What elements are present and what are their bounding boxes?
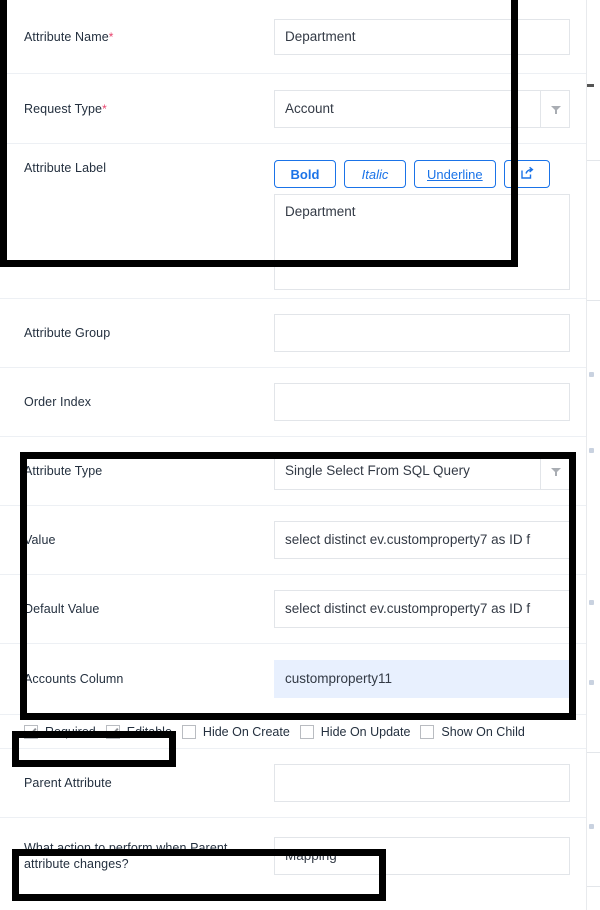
checkbox-item-hide-on-create[interactable]: Hide On Create xyxy=(181,724,290,739)
field-parent-attribute xyxy=(274,764,572,802)
parent-attribute-input[interactable] xyxy=(274,764,570,802)
field-attribute-group xyxy=(274,314,572,352)
form-row-default-value: Default Value select distinct ev.customp… xyxy=(0,575,586,644)
attribute-form: Attribute Name* Department Request Type*… xyxy=(0,0,586,894)
italic-button[interactable]: Italic xyxy=(344,160,406,188)
label-attribute-type: Attribute Type xyxy=(24,464,103,478)
form-row-request-type: Request Type* Account xyxy=(0,74,586,144)
richtext-toolbar: Bold Italic Underline xyxy=(274,160,572,188)
field-default-value: select distinct ev.customproperty7 as ID… xyxy=(274,590,572,628)
field-order-index xyxy=(274,383,572,421)
field-attribute-name: Department xyxy=(274,18,572,55)
default-value-input[interactable]: select distinct ev.customproperty7 as ID… xyxy=(274,590,570,628)
label-default-value: Default Value xyxy=(24,602,100,616)
adjacent-panel-sliver xyxy=(586,0,600,910)
chevron-down-icon xyxy=(551,468,561,476)
checkbox-item-required[interactable]: Required xyxy=(24,724,96,739)
form-row-parent-action: What action to perform when Parent attri… xyxy=(0,818,586,894)
attribute-group-input[interactable] xyxy=(274,314,570,352)
parent-action-input[interactable]: Mapping xyxy=(274,837,570,875)
flags-checkbox-row: Required Editable Hide On Create Hide On… xyxy=(0,715,586,749)
field-attribute-type: Single Select From SQL Query xyxy=(274,452,572,490)
bold-button[interactable]: Bold xyxy=(274,160,336,188)
label-attribute-name: Attribute Name* xyxy=(24,29,114,44)
checkbox-required[interactable] xyxy=(24,724,38,739)
form-row-order-index: Order Index xyxy=(0,368,586,437)
field-parent-action: Mapping xyxy=(274,837,572,875)
checkbox-label-show-on-child: Show On Child xyxy=(441,724,525,739)
checkbox-item-editable[interactable]: Editable xyxy=(105,724,172,739)
form-row-attribute-type: Attribute Type Single Select From SQL Qu… xyxy=(0,437,586,506)
form-row-attribute-group: Attribute Group xyxy=(0,299,586,368)
dropdown-toggle[interactable] xyxy=(540,453,569,489)
request-type-value: Account xyxy=(285,100,334,116)
form-row-attribute-name: Attribute Name* Department xyxy=(0,0,586,74)
field-value: select distinct ev.customproperty7 as ID… xyxy=(274,521,572,559)
checkbox-editable[interactable] xyxy=(105,724,120,739)
checkbox-label-editable: Editable xyxy=(126,724,172,739)
required-marker: * xyxy=(108,29,114,44)
checkbox-hide-on-create[interactable] xyxy=(181,724,196,739)
order-index-input[interactable] xyxy=(274,383,570,421)
attribute-form-page: Attribute Name* Department Request Type*… xyxy=(0,0,600,910)
field-request-type: Account xyxy=(274,89,572,128)
label-value: Value xyxy=(24,533,56,547)
field-attribute-label: Bold Italic Underline Department xyxy=(274,160,572,290)
attribute-type-select[interactable]: Single Select From SQL Query xyxy=(274,452,570,490)
form-row-accounts-column: Accounts Column customproperty11 xyxy=(0,644,586,715)
chevron-down-icon xyxy=(551,105,561,114)
accounts-column-input[interactable]: customproperty11 xyxy=(274,660,570,698)
external-link-button[interactable] xyxy=(503,160,550,188)
label-attribute-label: Attribute Label xyxy=(24,161,107,175)
checkbox-label-hide-on-create: Hide On Create xyxy=(202,724,290,739)
label-parent-action: What action to perform when Parent attri… xyxy=(24,841,228,871)
underline-button[interactable]: Underline xyxy=(414,160,496,188)
request-type-select[interactable]: Account xyxy=(274,89,570,128)
form-row-parent-attribute: Parent Attribute xyxy=(0,749,586,818)
value-input[interactable]: select distinct ev.customproperty7 as ID… xyxy=(274,521,570,559)
dropdown-toggle[interactable] xyxy=(540,90,569,127)
checkbox-show-on-child[interactable] xyxy=(420,724,435,739)
checkbox-hide-on-update[interactable] xyxy=(299,724,314,739)
checkbox-label-hide-on-update: Hide On Update xyxy=(320,724,411,739)
external-link-icon xyxy=(519,165,535,184)
label-parent-attribute: Parent Attribute xyxy=(24,776,112,790)
label-accounts-column: Accounts Column xyxy=(24,672,124,686)
form-row-value: Value select distinct ev.customproperty7… xyxy=(0,506,586,575)
field-accounts-column: customproperty11 xyxy=(274,660,572,698)
checkbox-label-required: Required xyxy=(45,724,96,739)
attribute-type-value: Single Select From SQL Query xyxy=(285,463,470,478)
form-row-attribute-label: Attribute Label Bold Italic Underline De… xyxy=(0,144,586,299)
checkbox-item-show-on-child[interactable]: Show On Child xyxy=(420,724,525,739)
attribute-name-input[interactable]: Department xyxy=(274,18,570,55)
label-order-index: Order Index xyxy=(24,395,92,409)
required-marker: * xyxy=(102,101,107,116)
label-attribute-group: Attribute Group xyxy=(24,326,111,340)
attribute-label-editor[interactable]: Department xyxy=(274,194,570,290)
checkbox-item-hide-on-update[interactable]: Hide On Update xyxy=(299,724,411,739)
label-request-type: Request Type* xyxy=(24,101,107,116)
